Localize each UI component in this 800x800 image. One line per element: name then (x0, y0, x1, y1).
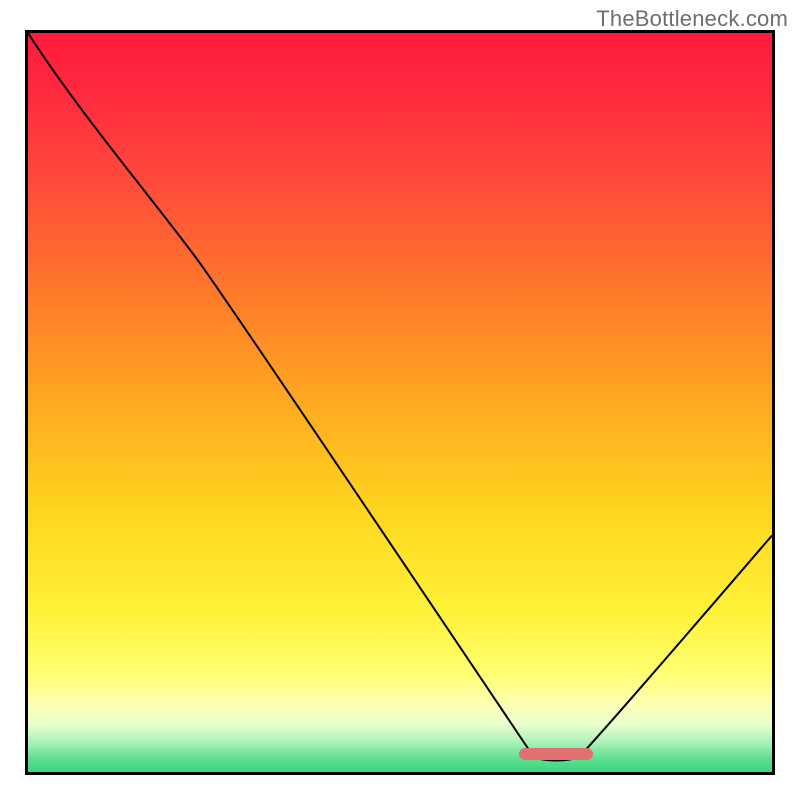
optimal-range-marker (519, 748, 593, 760)
watermark-label: TheBottleneck.com (596, 6, 788, 32)
bottleneck-curve (28, 33, 772, 772)
chart-container: TheBottleneck.com (0, 0, 800, 800)
plot-area (25, 30, 775, 775)
